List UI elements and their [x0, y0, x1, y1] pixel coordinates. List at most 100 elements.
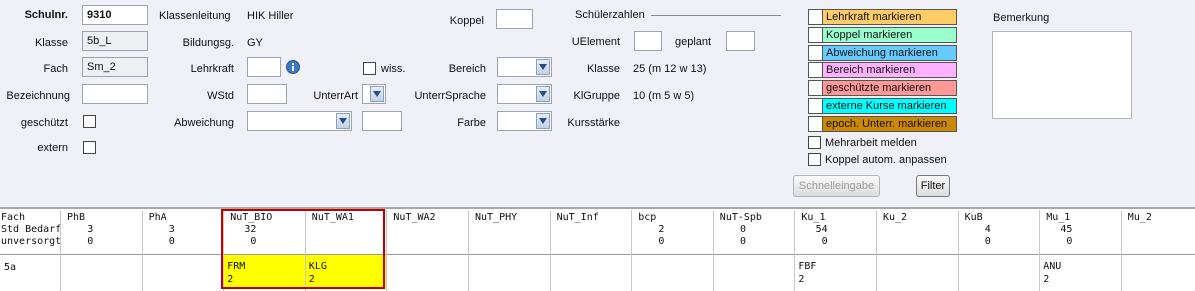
uelement-field[interactable] [634, 31, 662, 51]
grid-column: KuB 4 0 [959, 210, 1041, 291]
marker-label: Abweichung markieren [826, 46, 938, 59]
chevron-down-icon[interactable] [370, 86, 384, 102]
geplant-label: geplant [675, 36, 712, 48]
bezeichnung-label: Bezeichnung [6, 90, 70, 102]
mehrarbeit-label: Mehrarbeit melden [825, 137, 917, 149]
bemerkung-label: Bemerkung [993, 12, 1050, 24]
marker-checkbox[interactable] [809, 10, 823, 24]
marker-label: geschützte markieren [826, 82, 932, 95]
schuelerzahlen-title: Schülerzahlen [575, 9, 645, 21]
wstd-field[interactable] [247, 84, 287, 104]
uelement-label: UElement [571, 36, 620, 48]
column-fach[interactable]: PhB [67, 212, 85, 223]
lehrkraft-field[interactable] [247, 57, 281, 77]
column-unversorgt: 0 [168, 236, 175, 247]
bezeichnung-field[interactable] [82, 84, 148, 104]
column-bedarf: 32 [244, 224, 257, 235]
grid-cell[interactable] [632, 255, 713, 289]
filter-button[interactable]: Filter [916, 175, 950, 197]
abweichung-value-field[interactable] [362, 111, 402, 131]
geplant-field[interactable] [726, 31, 755, 51]
wiss-checkbox[interactable] [363, 62, 376, 75]
koppel-auto-checkbox[interactable] [808, 153, 821, 166]
column-fach[interactable]: Mu_1 [1046, 212, 1070, 223]
grid-cell[interactable] [61, 255, 142, 289]
marker-label: externe Kurse markieren [826, 100, 947, 112]
column-fach[interactable]: Ku_1 [801, 212, 825, 223]
grid-column: NuT_WA2 [387, 210, 469, 291]
grid-cell[interactable] [469, 255, 550, 289]
grid-column: Mu_2 [1122, 210, 1195, 291]
grid-column: NuT_Inf [551, 210, 633, 291]
wstd-label: WStd [207, 90, 234, 102]
column-fach[interactable]: Mu_2 [1128, 212, 1152, 223]
grid-cell[interactable]: FRM 2 [224, 255, 305, 289]
grid-cell[interactable] [387, 255, 468, 289]
column-fach[interactable]: NuT_Inf [557, 212, 599, 223]
grid-cell[interactable] [877, 255, 958, 289]
schuelerzahlen-divider [651, 15, 781, 16]
column-fach[interactable]: NuT_PHY [475, 212, 517, 223]
column-unversorgt: 0 [821, 236, 828, 247]
column-fach[interactable]: NuT_WA1 [312, 212, 354, 223]
extern-checkbox[interactable] [83, 141, 96, 154]
grid-cell[interactable]: FBF 2 [795, 255, 876, 289]
bemerkung-textarea[interactable] [992, 31, 1132, 119]
column-fach[interactable]: bcp [638, 212, 656, 223]
koppel-field[interactable] [496, 9, 533, 29]
schnelleingabe-button[interactable]: Schnelleingabe [793, 175, 880, 197]
grid-cell[interactable] [959, 255, 1040, 289]
column-fach[interactable]: NuT-Spb [720, 212, 762, 223]
column-fach[interactable]: NuT_BIO [230, 212, 272, 223]
marker-checkbox[interactable] [809, 81, 823, 96]
koppel-auto-label: Koppel autom. anpassen [825, 154, 947, 166]
mehrarbeit-checkbox[interactable] [808, 136, 821, 149]
fach-field[interactable]: Sm_2 [82, 57, 148, 77]
column-unversorgt: 0 [250, 236, 257, 247]
cell-teacher: KLG [308, 261, 327, 272]
abweichung-select[interactable] [247, 111, 352, 131]
grid-cell[interactable] [1122, 255, 1195, 289]
marker-checkbox[interactable] [809, 63, 823, 78]
marker-item[interactable]: Abweichung markieren [808, 44, 957, 61]
schulnr-field[interactable]: 9310 [82, 5, 148, 25]
grid-cell[interactable] [551, 255, 632, 289]
column-fach[interactable]: NuT_WA2 [393, 212, 435, 223]
geschuetzt-checkbox[interactable] [83, 115, 96, 128]
marker-checkbox[interactable] [809, 27, 823, 42]
bereich-label: Bereich [448, 63, 486, 75]
farbe-label: Farbe [457, 117, 486, 129]
marker-item[interactable]: geschützte markieren [808, 80, 957, 97]
unterrart-select[interactable] [362, 84, 386, 104]
row-label-unversorgt: unversorgt [1, 236, 62, 247]
marker-item[interactable]: externe Kurse markieren [808, 98, 957, 114]
marker-checkbox[interactable] [809, 116, 823, 131]
cell-hours: 2 [1043, 274, 1050, 285]
column-fach[interactable]: PhA [149, 212, 167, 223]
unterrsprache-label: UnterrSprache [414, 90, 486, 102]
geschuetzt-label: geschützt [20, 117, 68, 129]
klgruppe-value: 10 (m 5 w 5) [633, 90, 695, 102]
marker-item[interactable]: Bereich markieren [808, 62, 957, 79]
cell-hours: 2 [308, 274, 315, 285]
column-bedarf: 0 [740, 224, 747, 235]
grid-cell[interactable] [714, 255, 795, 289]
marker-item[interactable]: Koppel markieren [808, 26, 957, 43]
klasse-count-value: 25 (m 12 w 13) [633, 63, 707, 75]
grid-cell[interactable]: ANU 2 [1040, 255, 1121, 289]
column-fach[interactable]: KuB [965, 212, 983, 223]
marker-checkbox[interactable] [809, 99, 823, 113]
grid-cell[interactable] [143, 255, 224, 289]
grid-cell[interactable]: KLG 2 [305, 255, 387, 289]
marker-item[interactable]: Lehrkraft markieren [808, 9, 957, 25]
marker-checkbox[interactable] [809, 45, 823, 60]
info-icon[interactable] [286, 60, 300, 74]
klasse-field[interactable]: 5b_L [82, 31, 148, 51]
extern-label: extern [37, 142, 68, 154]
grid-row-labels: Fach Std Bedarf unversorgt [1, 212, 61, 248]
column-fach[interactable]: Ku_2 [883, 212, 907, 223]
column-unversorgt: 0 [87, 236, 94, 247]
lehrkraft-label: Lehrkraft [190, 63, 234, 75]
chevron-down-icon[interactable] [336, 113, 350, 129]
marker-item[interactable]: epoch. Unterr. markieren [808, 115, 957, 132]
